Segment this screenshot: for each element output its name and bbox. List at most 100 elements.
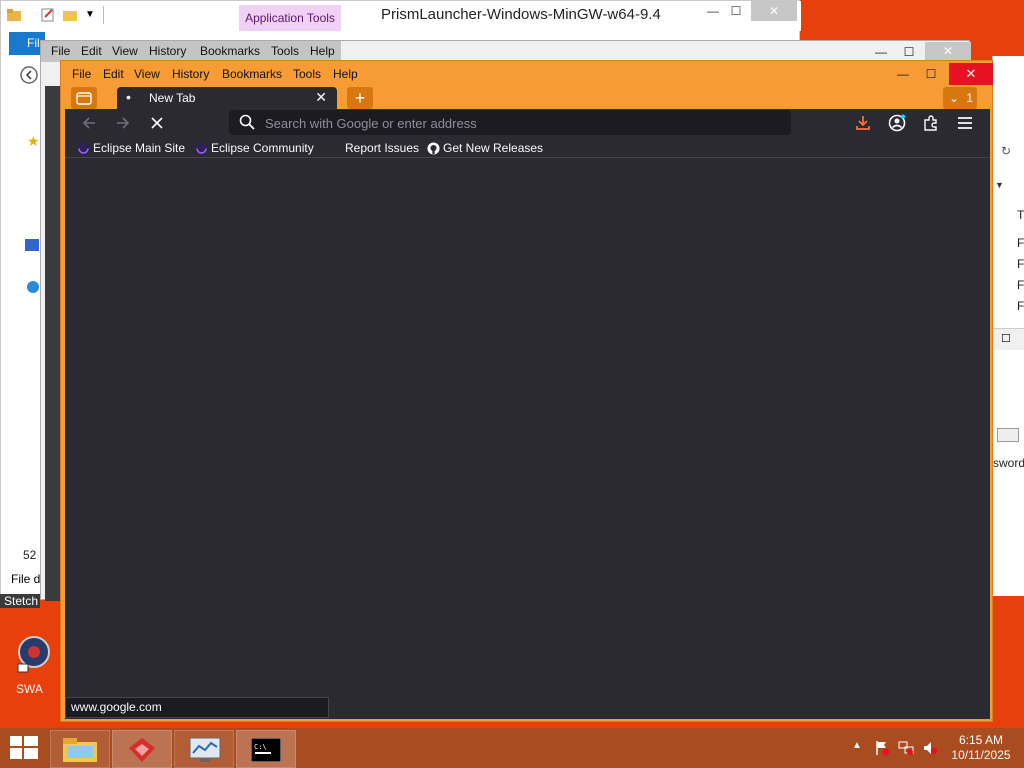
bookmark-eclipse-main-site[interactable]: Eclipse Main Site (75, 139, 185, 157)
chevron-down-icon: ⌄ (949, 91, 960, 105)
tab-strip: • New Tab ✕ + ⌄ 1 (65, 87, 990, 109)
tab-title: New Tab (149, 91, 196, 105)
extensions-button[interactable] (919, 112, 943, 134)
network-icon[interactable] (898, 740, 914, 756)
account-button[interactable] (885, 112, 909, 134)
bookmark-eclipse-community[interactable]: Eclipse Community (193, 139, 314, 157)
menu-bookmarks[interactable]: Bookmarks (200, 44, 260, 58)
keyboard-icon[interactable] (997, 428, 1019, 442)
browser-window: File Edit View History Bookmarks Tools H… (60, 60, 993, 722)
url-bar[interactable] (229, 110, 791, 135)
peek-text: Fi (1017, 236, 1024, 250)
stop-button[interactable] (145, 112, 169, 134)
close-button[interactable]: ✕ (925, 42, 971, 60)
address-input[interactable] (265, 113, 765, 133)
windows-start-icon[interactable] (10, 736, 38, 760)
eclipse-icon (77, 142, 90, 155)
folder-icon[interactable] (7, 8, 21, 22)
taskbar-command-prompt[interactable]: C:\ (236, 730, 296, 768)
swa-app-icon (17, 636, 50, 673)
minimize-button[interactable]: — (867, 43, 895, 61)
desktop-icon-label: SWA (16, 682, 43, 696)
peek-text: sword (993, 456, 1024, 470)
bookmark-label: Eclipse Main Site (93, 141, 186, 155)
close-button[interactable]: ✕ (949, 63, 993, 85)
desktop-icon-label[interactable]: Stetch (0, 594, 40, 608)
menu-edit[interactable]: Edit (103, 67, 124, 81)
app-menu-button[interactable] (953, 112, 977, 134)
menu-help[interactable]: Help (333, 67, 358, 81)
bookmark-label: Report Issues (345, 141, 420, 155)
menu-tools[interactable]: Tools (293, 67, 321, 81)
search-icon (239, 114, 255, 130)
taskbar: C:\ ▲ 6:15 AM 10/11/2025 (0, 728, 1024, 768)
clock-date: 10/11/2025 (951, 748, 1011, 762)
browser-app-icon (129, 738, 155, 762)
refresh-icon[interactable]: ↻ (1001, 144, 1011, 158)
volume-muted-icon[interactable] (922, 740, 938, 756)
account-icon (888, 114, 906, 132)
bookmark-report-issues[interactable]: Report Issues (327, 139, 419, 157)
menu-view[interactable]: View (112, 44, 138, 58)
menu-tools[interactable]: Tools (271, 44, 299, 58)
minimize-button[interactable]: — (889, 65, 917, 83)
action-center-flag-icon[interactable] (874, 740, 890, 756)
status-bar-text: File d (11, 572, 41, 586)
maximize-button[interactable]: ☐ (895, 43, 923, 61)
maximize-button[interactable]: ☐ (721, 1, 751, 21)
close-button[interactable]: ✕ (751, 1, 797, 21)
show-hidden-icons-button[interactable]: ▲ (852, 740, 862, 751)
maximize-button[interactable]: ☐ (917, 65, 945, 83)
system-clock[interactable]: 6:15 AM 10/11/2025 (946, 733, 1016, 763)
clock-time: 6:15 AM (958, 733, 1004, 747)
firefox-view-button[interactable] (71, 87, 97, 109)
back-button[interactable] (77, 112, 101, 134)
desktop-icon-swa[interactable]: SWA (14, 632, 54, 696)
menu-edit[interactable]: Edit (81, 44, 102, 58)
menu-view[interactable]: View (134, 67, 160, 81)
menu-history[interactable]: History (172, 67, 209, 81)
eclipse-icon (195, 142, 208, 155)
taskbar-browser[interactable] (112, 730, 172, 768)
ribbon-context-tab[interactable]: Application Tools (239, 5, 341, 31)
back-circle-icon[interactable] (19, 65, 39, 85)
all-tabs-button[interactable]: ⌄ 1 (943, 87, 977, 109)
forward-button[interactable] (111, 112, 135, 134)
tab-list-icon (76, 92, 92, 105)
svg-text:C:\: C:\ (254, 743, 267, 751)
computer-icon[interactable] (25, 239, 39, 251)
menu-history[interactable]: History (149, 44, 186, 58)
new-tab-button[interactable]: + (347, 87, 373, 109)
nav-strip (1, 57, 43, 97)
properties-icon[interactable] (41, 8, 55, 22)
taskbar-file-explorer[interactable] (50, 730, 110, 768)
menu-file[interactable]: File (51, 44, 70, 58)
bookmarks-toolbar: Eclipse Main Site Eclipse Community Repo… (65, 137, 990, 158)
menu-file[interactable]: File (72, 67, 91, 81)
taskbar-monitor-app[interactable] (174, 730, 234, 768)
maximize-icon[interactable]: ☐ (1001, 332, 1011, 345)
tab-new-tab[interactable]: • New Tab ✕ (117, 87, 337, 109)
bookmark-get-new-releases[interactable]: Get New Releases (425, 139, 543, 157)
menu-bar: File Edit View History Bookmarks Tools H… (41, 41, 341, 62)
arrow-left-icon (82, 117, 95, 129)
peek-text: Fi (1017, 257, 1024, 271)
github-icon (427, 142, 440, 155)
bookmark-label: Get New Releases (443, 141, 544, 155)
arrow-right-icon (117, 117, 130, 129)
tab-loading-dot-icon: • (126, 89, 131, 105)
favorites-star-icon[interactable]: ★ (27, 133, 40, 150)
window-title: PrismLauncher-Windows-MinGW-w64-9.4 (381, 6, 661, 23)
tab-close-icon[interactable]: ✕ (315, 89, 327, 106)
downloads-button[interactable] (851, 112, 875, 134)
terminal-icon: C:\ (251, 738, 281, 762)
qat-dropdown-icon[interactable]: ▼ (85, 9, 95, 20)
close-icon (151, 117, 163, 129)
menu-bookmarks[interactable]: Bookmarks (222, 67, 282, 81)
chart-monitor-icon (189, 737, 221, 762)
network-icon[interactable] (27, 281, 39, 293)
dropdown-arrow-icon[interactable]: ▼ (995, 180, 1004, 190)
menu-help[interactable]: Help (310, 44, 335, 58)
bookmark-label: Eclipse Community (211, 141, 314, 155)
new-folder-icon[interactable] (63, 8, 77, 22)
